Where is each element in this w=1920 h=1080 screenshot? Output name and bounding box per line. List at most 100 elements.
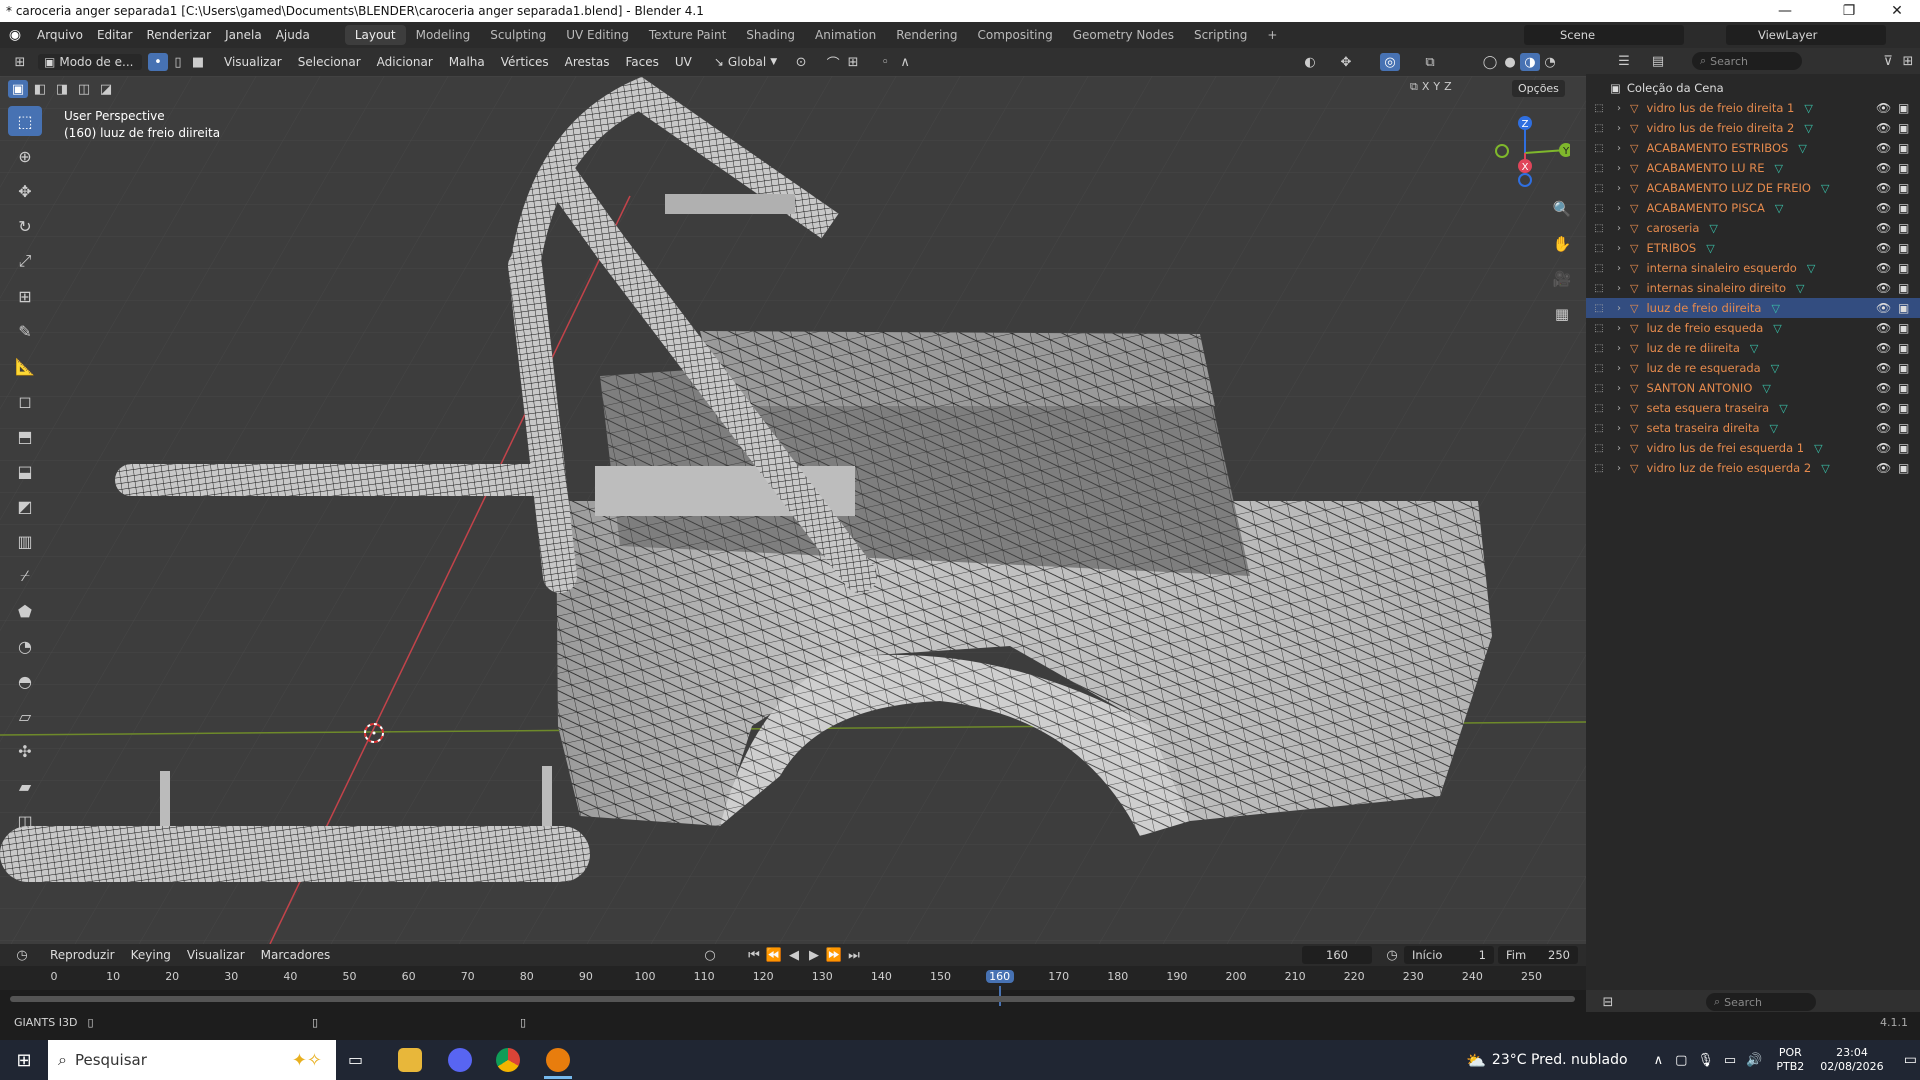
outliner-item-label[interactable]: ACABAMENTO LUZ DE FREIO (1646, 181, 1811, 195)
clock[interactable]: 23:04 02/08/2026 (1820, 1046, 1883, 1074)
outliner-item[interactable]: ⬚ › ▽ ACABAMENTO PISCA ▽ 👁 ▣ (1586, 198, 1920, 218)
pan-hand-icon[interactable]: ✋ (1548, 230, 1576, 258)
axis-z-toggle[interactable]: Z (1444, 80, 1452, 94)
expand-chevron-icon[interactable]: › (1612, 163, 1626, 174)
cursor-icon[interactable]: ⊕ (8, 141, 42, 171)
volume-icon[interactable]: 🔊 (1746, 1053, 1762, 1068)
mesh-data-icon[interactable]: ▽ (1779, 402, 1787, 415)
next-keyframe-icon[interactable]: ⏩ (824, 946, 844, 964)
eye-icon[interactable]: 👁 (1876, 461, 1891, 475)
face-select-icon[interactable]: ■ (188, 53, 208, 71)
expand-chevron-icon[interactable]: › (1612, 103, 1626, 114)
xray-icon[interactable]: ⧉ (1420, 53, 1440, 71)
annotate-icon[interactable]: ✎ (8, 316, 42, 346)
select-invert-icon[interactable]: ◫ (74, 80, 94, 98)
outliner-item[interactable]: ⬚ › ▽ seta esquera traseira ▽ 👁 ▣ (1586, 398, 1920, 418)
tab-scripting[interactable]: Scripting (1184, 25, 1257, 45)
taskbar-search-input[interactable]: ⌕ Pesquisar ✦✧ (48, 1040, 336, 1080)
language-indicator[interactable]: POR PTB2 (1776, 1046, 1804, 1074)
knife-icon[interactable]: ⌿ (8, 561, 42, 591)
expand-chevron-icon[interactable]: › (1612, 123, 1626, 134)
camera-icon[interactable]: ▣ (1898, 341, 1909, 355)
shrink-fatten-icon[interactable]: ✣ (8, 736, 42, 766)
close-button[interactable]: ✕ (1874, 0, 1920, 22)
expand-chevron-icon[interactable]: › (1612, 283, 1626, 294)
blender-taskbar-icon[interactable] (546, 1048, 570, 1072)
outliner-item[interactable]: ⬚ › ▽ luz de freio esqueda ▽ 👁 ▣ (1586, 318, 1920, 338)
axis-y-toggle[interactable]: Y (1433, 80, 1440, 94)
eye-icon[interactable]: 👁 (1876, 361, 1891, 375)
outliner-item-label[interactable]: ACABAMENTO LU RE (1646, 161, 1764, 175)
chrome-icon[interactable] (496, 1048, 520, 1072)
select-toggle-icon[interactable]: ⬚ (1586, 423, 1612, 434)
select-toggle-icon[interactable]: ⬚ (1586, 223, 1612, 234)
current-frame-field[interactable]: 160 (1302, 946, 1372, 964)
outliner-item-label[interactable]: seta traseira direita (1646, 421, 1759, 435)
play-icon[interactable]: ▶ (804, 946, 824, 964)
camera-icon[interactable]: ▣ (1898, 361, 1909, 375)
outliner-item-label[interactable]: interna sinaleiro esquerdo (1646, 261, 1796, 275)
select-toggle-icon[interactable]: ⬚ (1586, 143, 1612, 154)
mesh-data-icon[interactable]: ▽ (1804, 102, 1812, 115)
select-toggle-icon[interactable]: ⬚ (1586, 463, 1612, 474)
play-reverse-icon[interactable]: ◀ (784, 946, 804, 964)
select-toggle-icon[interactable]: ⬚ (1586, 243, 1612, 254)
tab-shading[interactable]: Shading (736, 25, 805, 45)
camera-icon[interactable]: ▣ (1898, 121, 1909, 135)
menu-select[interactable]: Selecionar (290, 55, 369, 69)
menu-window[interactable]: Janela (218, 28, 269, 42)
select-toggle-icon[interactable]: ⬚ (1586, 363, 1612, 374)
expand-chevron-icon[interactable]: › (1612, 463, 1626, 474)
solid-shading-icon[interactable]: ● (1500, 53, 1520, 71)
mesh-data-icon[interactable]: ▽ (1798, 142, 1806, 155)
rendered-shading-icon[interactable]: ◔ (1540, 53, 1560, 71)
menu-playback[interactable]: Reproduzir (42, 948, 123, 962)
tab-compositing[interactable]: Compositing (968, 25, 1063, 45)
task-view-icon[interactable]: ▭ (348, 1050, 363, 1069)
timeline-scrollbar[interactable] (10, 996, 1575, 1002)
start-frame-field[interactable]: Início 1 (1404, 946, 1494, 964)
mesh-data-icon[interactable]: ▽ (1706, 242, 1714, 255)
outliner-item-label[interactable]: SANTON ANTONIO (1646, 381, 1752, 395)
mesh-data-icon[interactable]: ▽ (1821, 182, 1829, 195)
display-mode-icon[interactable]: ▤ (1648, 52, 1668, 70)
camera-icon[interactable]: ▣ (1898, 321, 1909, 335)
outliner-item[interactable]: ⬚ › ▽ ACABAMENTO LU RE ▽ 👁 ▣ (1586, 158, 1920, 178)
tab-animation[interactable]: Animation (805, 25, 886, 45)
menu-vertex[interactable]: Vértices (493, 55, 557, 69)
jump-start-icon[interactable]: ⏮ (744, 946, 764, 964)
properties-editor-icon[interactable]: ⊟ (1598, 993, 1618, 1011)
eye-icon[interactable]: 👁 (1876, 301, 1891, 315)
snap-icon[interactable]: ⌒ (823, 53, 843, 72)
menu-edit[interactable]: Editar (90, 28, 140, 42)
outliner-item-label[interactable]: vidro lus de freio direita 2 (1646, 121, 1794, 135)
snap-target-icon[interactable]: ⊞ (843, 53, 863, 71)
smooth-icon[interactable]: ◓ (8, 666, 42, 696)
outliner-item[interactable]: ⬚ › ▽ vidro lus de freio direita 2 ▽ 👁 ▣ (1586, 118, 1920, 138)
spin-icon[interactable]: ◔ (8, 631, 42, 661)
mesh-data-icon[interactable]: ▽ (1709, 222, 1717, 235)
outliner-item[interactable]: ⬚ › ▽ luz de re esquerada ▽ 👁 ▣ (1586, 358, 1920, 378)
3d-viewport[interactable] (0, 76, 1586, 944)
mesh-data-icon[interactable]: ▽ (1770, 422, 1778, 435)
shear-icon[interactable]: ▰ (8, 771, 42, 801)
eye-icon[interactable]: 👁 (1876, 401, 1891, 415)
outliner-item[interactable]: ⬚ › ▽ SANTON ANTONIO ▽ 👁 ▣ (1586, 378, 1920, 398)
visibility-icon[interactable]: ◐ (1300, 53, 1320, 71)
camera-icon[interactable]: ▣ (1898, 421, 1909, 435)
jump-end-icon[interactable]: ⏭ (844, 946, 864, 964)
select-new-icon[interactable]: ▣ (8, 80, 28, 98)
eye-icon[interactable]: 👁 (1876, 421, 1891, 435)
add-workspace-button[interactable]: + (1257, 25, 1287, 45)
outliner-item-label[interactable]: vidro lus de frei esquerda 1 (1646, 441, 1804, 455)
outliner-item[interactable]: ⬚ › ▽ vidro luz de freio esquerda 2 ▽ 👁 ▣ (1586, 458, 1920, 478)
select-toggle-icon[interactable]: ⬚ (1586, 163, 1612, 174)
menu-markers[interactable]: Marcadores (253, 948, 339, 962)
notification-icon[interactable]: ▭ (1904, 1052, 1917, 1068)
end-frame-field[interactable]: Fim 250 (1498, 946, 1578, 964)
outliner-item[interactable]: ⬚ › ▽ luz de re diireita ▽ 👁 ▣ (1586, 338, 1920, 358)
outliner-item-label[interactable]: caroseria (1646, 221, 1699, 235)
minimize-button[interactable]: — (1762, 0, 1808, 22)
weather-icon[interactable]: ⛅ (1466, 1051, 1486, 1070)
pivot-icon[interactable]: ⊙ (791, 53, 811, 71)
